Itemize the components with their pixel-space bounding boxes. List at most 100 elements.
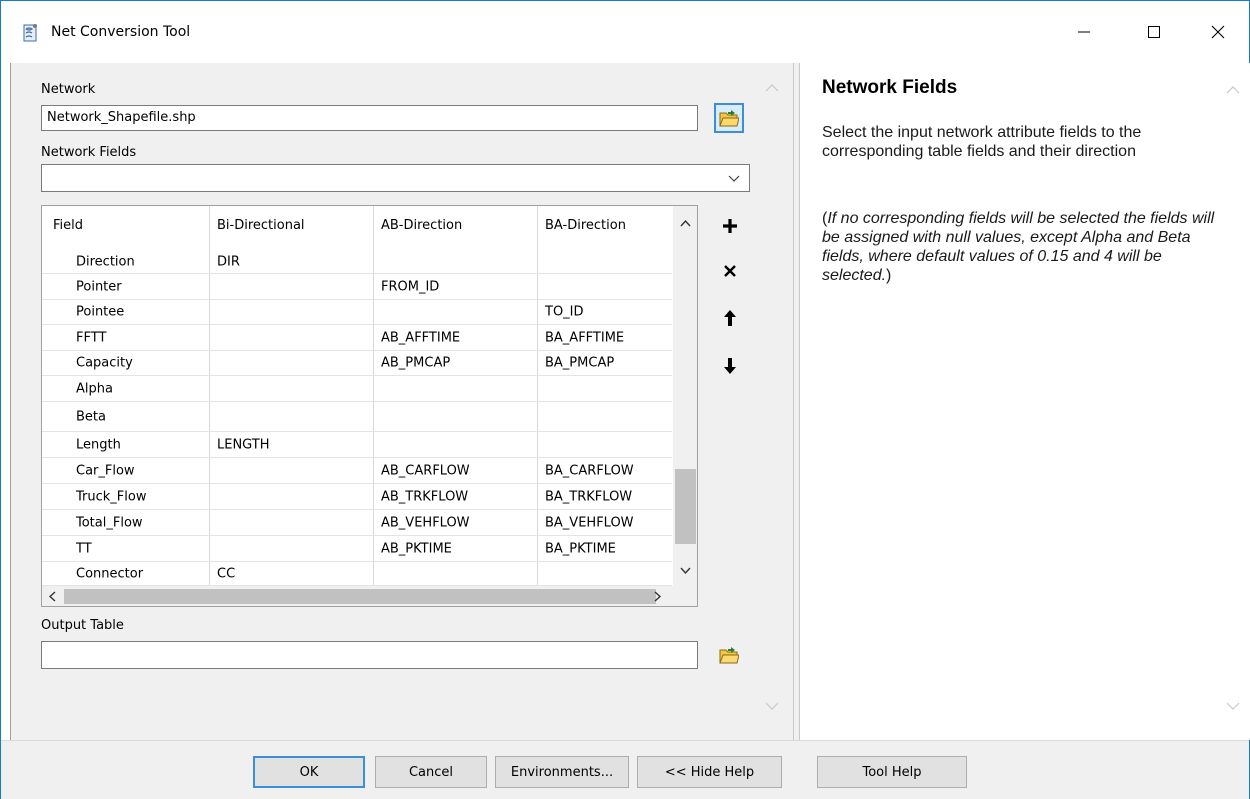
window-title: Net Conversion Tool — [51, 24, 191, 40]
cell-ab-direction[interactable]: AB_PMCAP — [381, 356, 450, 371]
help-title: Network Fields — [822, 77, 958, 98]
output-table-input[interactable] — [41, 641, 698, 669]
cell-field[interactable]: Capacity — [76, 356, 133, 371]
dialog-window: Net Conversion Tool Network Network_Shap… — [0, 0, 1250, 799]
help-note: (If no corresponding fields will be sele… — [822, 210, 1215, 284]
table-row[interactable]: Alpha — [42, 376, 672, 402]
vertical-scroll-thumb[interactable] — [675, 469, 696, 544]
cell-ab-direction[interactable]: AB_AFFTIME — [381, 330, 460, 345]
cell-field[interactable]: Alpha — [76, 381, 113, 396]
cell-ab-direction[interactable]: AB_PKTIME — [381, 541, 452, 556]
cell-field[interactable]: Pointer — [76, 279, 122, 294]
close-button[interactable] — [1195, 9, 1241, 55]
cell-field[interactable]: Beta — [76, 409, 106, 424]
open-folder-icon — [719, 110, 739, 127]
move-down-button[interactable] — [715, 351, 745, 381]
minimize-button[interactable] — [1061, 9, 1107, 55]
cell-bi-directional[interactable]: LENGTH — [217, 437, 270, 452]
network-input[interactable]: Network_Shapefile.shp — [41, 105, 698, 131]
table-row[interactable]: Pointee TO_ID — [42, 300, 672, 325]
x-icon — [724, 265, 736, 277]
cell-field[interactable]: Total_Flow — [76, 515, 143, 530]
arrow-down-icon — [724, 358, 736, 374]
column-header-ab-direction[interactable]: AB-Direction — [381, 218, 462, 233]
hide-help-button[interactable]: << Hide Help — [637, 756, 782, 788]
table-row[interactable]: TT AB_PKTIME BA_PKTIME — [42, 536, 672, 562]
cell-field[interactable]: Truck_Flow — [76, 489, 146, 504]
table-horizontal-scrollbar[interactable] — [42, 586, 697, 606]
cell-bi-directional[interactable]: CC — [217, 566, 235, 581]
cell-bi-directional[interactable]: DIR — [217, 254, 240, 269]
table-row[interactable]: Car_Flow AB_CARFLOW BA_CARFLOW — [42, 458, 672, 484]
cell-ab-direction[interactable]: AB_TRKFLOW — [381, 489, 468, 504]
help-description: Select the input network attribute field… — [822, 124, 1142, 160]
maximize-icon — [1148, 26, 1160, 38]
network-label: Network — [41, 82, 96, 97]
open-folder-icon — [719, 647, 739, 664]
cell-field[interactable]: Connector — [76, 566, 143, 581]
scroll-right-icon[interactable] — [654, 591, 662, 606]
column-header-ba-direction[interactable]: BA-Direction — [545, 218, 626, 233]
plus-icon — [723, 219, 737, 233]
move-up-button[interactable] — [715, 303, 745, 333]
pane-scroll-down-icon[interactable] — [765, 699, 779, 715]
scroll-up-icon[interactable] — [680, 216, 691, 231]
cell-ba-direction[interactable]: BA_VEHFLOW — [545, 515, 634, 530]
help-scroll-up-icon[interactable] — [1226, 83, 1240, 99]
table-row[interactable]: Connector CC — [42, 562, 672, 586]
table-row[interactable]: Truck_Flow AB_TRKFLOW BA_TRKFLOW — [42, 484, 672, 510]
cell-field[interactable]: Length — [76, 437, 121, 452]
help-scroll-down-icon[interactable] — [1226, 699, 1240, 715]
table-row[interactable]: Length LENGTH — [42, 432, 672, 458]
cell-field[interactable]: Direction — [76, 254, 135, 269]
table-vertical-scrollbar[interactable] — [673, 206, 697, 586]
cell-ba-direction[interactable]: BA_PMCAP — [545, 356, 614, 371]
output-table-label: Output Table — [41, 618, 124, 633]
maximize-button[interactable] — [1131, 9, 1177, 55]
cell-ab-direction[interactable]: FROM_ID — [381, 279, 439, 294]
minimize-icon — [1078, 31, 1090, 33]
scroll-down-icon[interactable] — [680, 564, 691, 579]
table-row[interactable]: FFTT AB_AFFTIME BA_AFFTIME — [42, 325, 672, 351]
cell-ba-direction[interactable]: BA_TRKFLOW — [545, 489, 632, 504]
cell-ba-direction[interactable]: BA_CARFLOW — [545, 463, 634, 478]
fields-table: Field Bi-Directional AB-Direction BA-Dir… — [41, 205, 698, 607]
remove-row-button[interactable] — [715, 256, 745, 286]
cancel-button[interactable]: Cancel — [375, 756, 487, 788]
horizontal-scroll-thumb[interactable] — [64, 589, 656, 604]
cell-field[interactable]: Car_Flow — [76, 463, 135, 478]
cell-field[interactable]: TT — [76, 541, 92, 556]
cell-ab-direction[interactable]: AB_CARFLOW — [381, 463, 470, 478]
add-row-button[interactable] — [715, 211, 745, 241]
cell-ab-direction[interactable]: AB_VEHFLOW — [381, 515, 470, 530]
environments-button[interactable]: Environments... — [495, 756, 629, 788]
cell-ba-direction[interactable]: BA_AFFTIME — [545, 330, 624, 345]
column-header-bi-directional[interactable]: Bi-Directional — [217, 218, 305, 233]
network-browse-button[interactable] — [714, 103, 744, 133]
close-icon — [1211, 25, 1225, 39]
scroll-left-icon[interactable] — [48, 591, 56, 606]
network-fields-dropdown[interactable] — [41, 164, 750, 192]
cell-ba-direction[interactable]: BA_PKTIME — [545, 541, 616, 556]
table-row[interactable]: Direction DIR — [42, 250, 672, 274]
chevron-down-icon — [728, 172, 740, 187]
pane-scroll-up-icon[interactable] — [765, 81, 779, 97]
tool-script-icon — [21, 23, 39, 43]
tool-help-button[interactable]: Tool Help — [817, 756, 967, 788]
table-row[interactable]: Total_Flow AB_VEHFLOW BA_VEHFLOW — [42, 510, 672, 536]
network-fields-label: Network Fields — [41, 145, 137, 160]
table-row[interactable]: Pointer FROM_ID — [42, 274, 672, 300]
arrow-up-icon — [724, 310, 736, 326]
table-row[interactable]: Beta — [42, 402, 672, 432]
button-bar: OK Cancel Environments... << Hide Help T… — [1, 740, 1249, 799]
help-pane: Network Fields Select the input network … — [800, 63, 1250, 740]
table-header: Field Bi-Directional AB-Direction BA-Dir… — [42, 206, 672, 250]
cell-field[interactable]: Pointee — [76, 305, 124, 320]
column-header-field[interactable]: Field — [53, 218, 83, 233]
pane-divider[interactable] — [793, 63, 800, 740]
cell-ba-direction[interactable]: TO_ID — [545, 305, 584, 320]
cell-field[interactable]: FFTT — [76, 330, 106, 345]
output-table-browse-button[interactable] — [714, 640, 744, 670]
ok-button[interactable]: OK — [253, 756, 365, 788]
table-row[interactable]: Capacity AB_PMCAP BA_PMCAP — [42, 351, 672, 376]
